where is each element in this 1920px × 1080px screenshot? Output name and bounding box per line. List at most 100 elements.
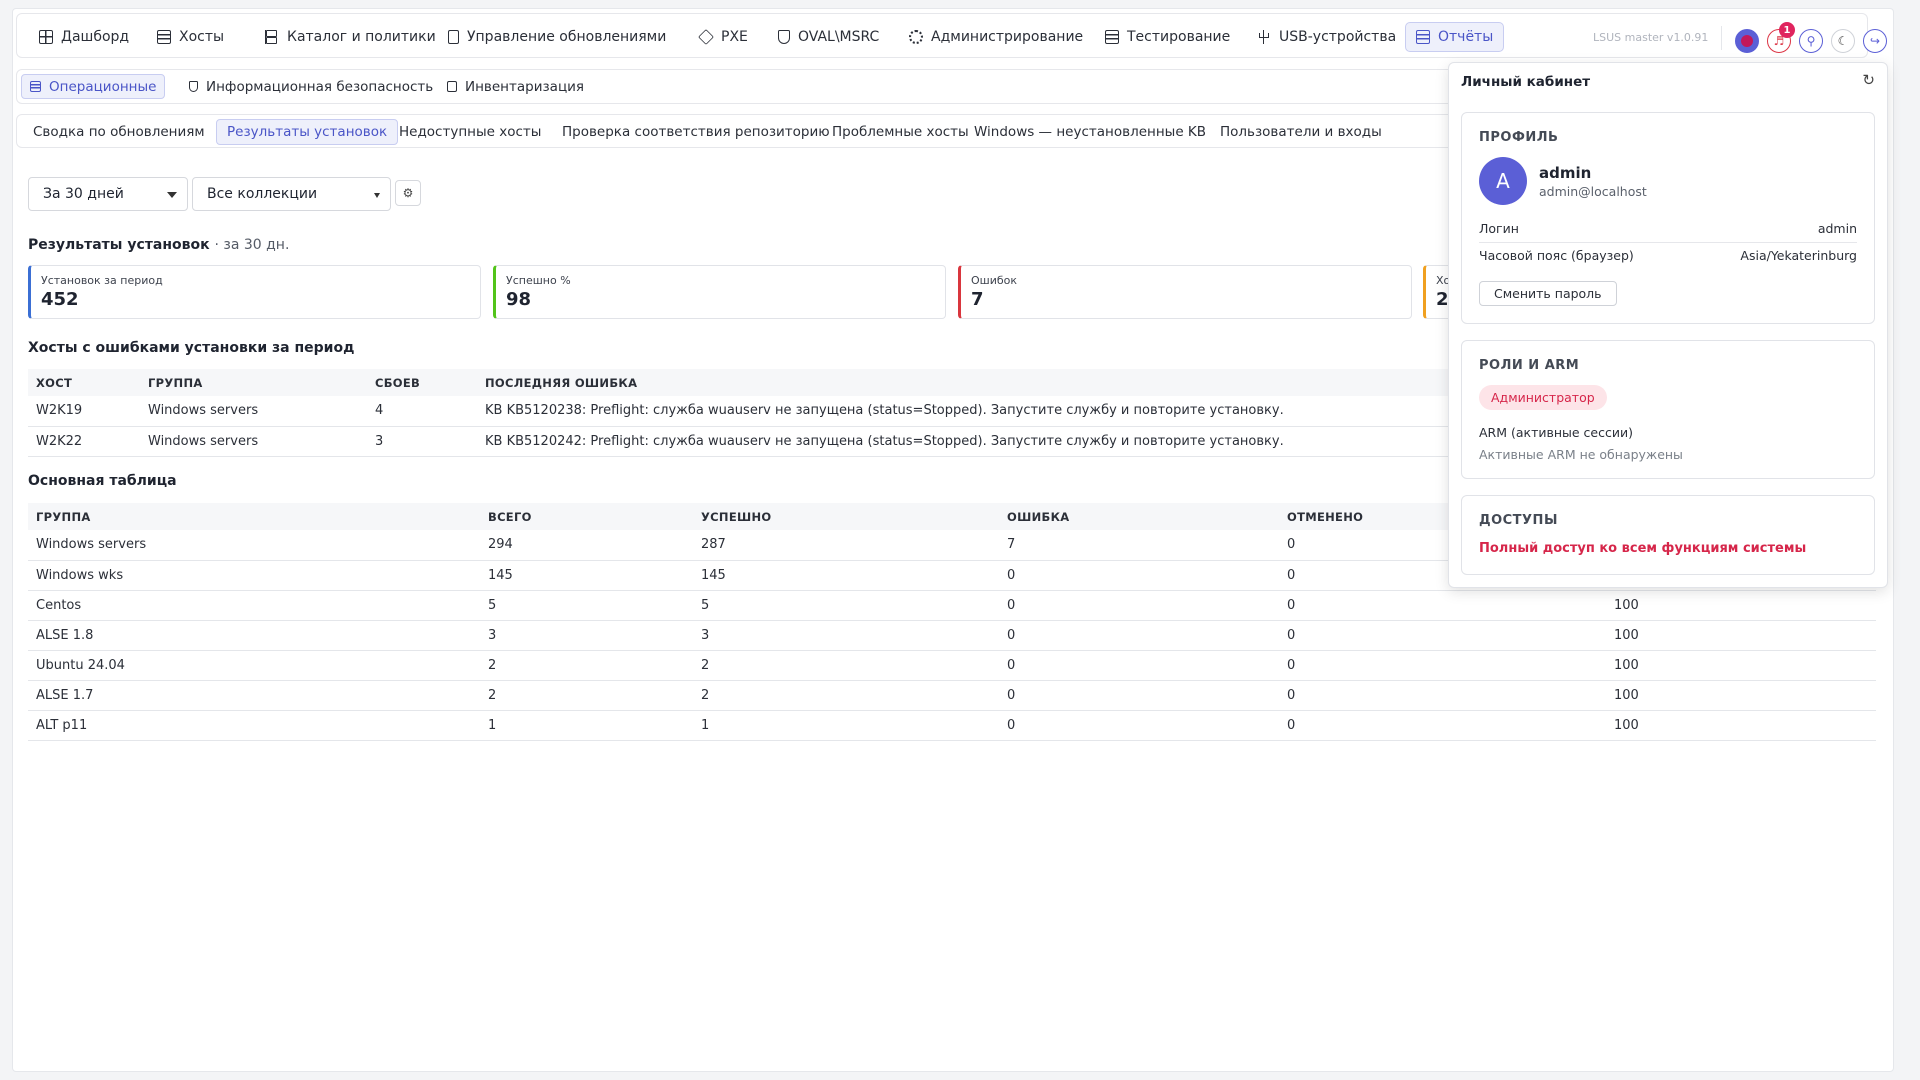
nav-pxe[interactable]: PXE — [689, 22, 758, 52]
tab-users-logins[interactable]: Пользователи и входы — [1210, 119, 1392, 145]
nav-testing[interactable]: Тестирование — [1095, 22, 1240, 52]
app-version: LSUS master v1.0.91 — [1593, 31, 1709, 44]
logout-icon[interactable]: ↪ — [1863, 29, 1887, 53]
kpi-success-rate: Успешно % 98 — [493, 265, 946, 319]
table-cell: 0 — [1279, 620, 1606, 651]
table-cell: 0 — [999, 650, 1279, 681]
kpi-label: Хо — [1436, 274, 1451, 287]
tab-install-results[interactable]: Результаты установок — [216, 119, 399, 145]
tab-inventory[interactable]: Инвентаризация — [439, 74, 592, 99]
login-row: Логин admin — [1479, 221, 1857, 243]
tab-repo-compliance[interactable]: Проверка соответствия репозиторию — [552, 119, 840, 145]
nav-usb[interactable]: USB-устройства — [1249, 22, 1406, 52]
gear-icon — [909, 30, 923, 44]
timezone-label: Часовой пояс (браузер) — [1479, 248, 1634, 263]
nav-dashboard[interactable]: Дашборд — [29, 22, 139, 52]
timezone-row: Часовой пояс (браузер) Asia/Yekaterinbur… — [1479, 248, 1857, 263]
nav-oval[interactable]: OVAL\MSRC — [768, 22, 889, 52]
tab-label: Инвентаризация — [465, 78, 585, 95]
top-navigation: Дашборд Хосты Каталог и политики Управле… — [16, 13, 1887, 58]
table-row[interactable]: ALSE 1.8 3 3 0 0 100 — [28, 620, 1876, 651]
nav-label: Тестирование — [1127, 29, 1231, 45]
tab-problem-hosts[interactable]: Проблемные хосты — [822, 119, 979, 145]
table-row[interactable]: ALSE 1.7 2 2 0 0 100 — [28, 680, 1876, 711]
settings-gear-button[interactable]: ⚙ — [395, 180, 421, 206]
tab-windows-kb[interactable]: Windows — неустановленные KB — [964, 119, 1216, 145]
report-icon — [30, 81, 41, 92]
arm-empty-text: Активные ARM не обнаружены — [1479, 447, 1683, 462]
tab-label: Операционные — [49, 78, 157, 95]
tab-security[interactable]: Информационная безопасность — [181, 74, 441, 99]
cube-icon — [698, 29, 714, 45]
avatar: A — [1479, 157, 1527, 205]
nav-label: Управление обновлениями — [467, 29, 667, 45]
table-cell: Windows wks — [28, 560, 480, 591]
report-icon — [1416, 30, 1430, 44]
table-cell: 0 — [999, 710, 1279, 741]
chevron-down-icon — [374, 193, 380, 198]
table-cell: 0 — [1279, 680, 1606, 711]
tab-unavailable-hosts[interactable]: Недоступные хосты — [389, 119, 551, 145]
tab-operational[interactable]: Операционные — [21, 74, 166, 99]
refresh-icon[interactable]: ↻ — [1862, 71, 1875, 89]
table-cell: 294 — [480, 530, 693, 561]
nav-catalog[interactable]: Каталог и политики — [255, 22, 446, 52]
notification-badge: 1 — [1779, 22, 1795, 38]
period-select[interactable]: За 30 дней — [28, 177, 188, 211]
profile-heading: ПРОФИЛЬ — [1479, 130, 1559, 145]
nav-reports[interactable]: Отчёты — [1405, 22, 1505, 52]
table-cell: 1 — [693, 710, 999, 741]
timezone-value: Asia/Yekaterinburg — [1740, 248, 1857, 263]
failures-cell: 3 — [367, 426, 477, 457]
user-avatar-button[interactable] — [1735, 29, 1759, 53]
login-value: admin — [1817, 221, 1857, 236]
tree-icon — [265, 30, 279, 44]
table-row[interactable]: ALT p11 1 1 0 0 100 — [28, 710, 1876, 741]
table-cell: 3 — [693, 620, 999, 651]
nav-hosts[interactable]: Хосты — [147, 22, 234, 52]
nav-label: USB-устройства — [1279, 29, 1397, 45]
gear-icon: ⚙ — [402, 186, 414, 200]
profile-email: admin@localhost — [1539, 184, 1647, 199]
kpi-value: 7 — [971, 289, 984, 310]
table-cell: 0 — [1279, 590, 1606, 621]
nav-label: Хосты — [179, 29, 225, 45]
column-header: ГРУППА — [28, 503, 480, 530]
nav-updates[interactable]: Управление обновлениями — [438, 22, 676, 52]
table-cell: 2 — [693, 680, 999, 711]
table-cell: 100 — [1606, 590, 1876, 621]
collection-select[interactable]: Все коллекции — [192, 177, 391, 211]
nav-admin[interactable]: Администрирование — [899, 22, 1093, 52]
table-cell: 100 — [1606, 620, 1876, 651]
server-icon — [157, 30, 171, 44]
table-cell: 3 — [480, 620, 693, 651]
error-hosts-table: ХОСТ ГРУППА СБОЕВ ПОСЛЕДНЯЯ ОШИБКА W2K19… — [28, 369, 1456, 457]
login-label: Логин — [1479, 221, 1519, 236]
theme-moon-icon[interactable]: ☾ — [1831, 29, 1855, 53]
access-text: Полный доступ ко всем функциям системы — [1479, 541, 1807, 556]
table-cell: 5 — [480, 590, 693, 621]
search-icon[interactable]: ⚲ — [1799, 29, 1823, 53]
change-password-button[interactable]: Сменить пароль — [1479, 281, 1617, 306]
last-error-cell: KB KB5120238: Preflight: служба wuauserv… — [477, 396, 1456, 427]
table-cell: 145 — [693, 560, 999, 591]
last-error-cell: KB KB5120242: Preflight: служба wuauserv… — [477, 426, 1456, 457]
checklist-icon — [1105, 30, 1119, 44]
access-card: ДОСТУПЫ Полный доступ ко всем функциям с… — [1461, 495, 1875, 575]
table-row[interactable]: Centos 5 5 0 0 100 — [28, 590, 1876, 621]
table-row[interactable]: Ubuntu 24.04 2 2 0 0 100 — [28, 650, 1876, 681]
profile-popover: Личный кабинет ↻ ПРОФИЛЬ A admin admin@l… — [1448, 62, 1888, 588]
table-row[interactable]: W2K22 Windows servers 3 KB KB5120242: Pr… — [28, 426, 1456, 457]
roles-heading: РОЛИ И ARM — [1479, 358, 1580, 373]
nav-label: OVAL\MSRC — [798, 29, 880, 45]
table-row[interactable]: W2K19 Windows servers 4 KB KB5120238: Pr… — [28, 396, 1456, 427]
table-cell: 2 — [480, 680, 693, 711]
kpi-errors: Ошибок 7 — [958, 265, 1412, 319]
tab-label: Информационная безопасность — [206, 78, 434, 95]
table-cell: 1 — [480, 710, 693, 741]
report-title-text: Результаты установок — [28, 237, 210, 253]
collection-value: Все коллекции — [207, 186, 318, 202]
kpi-value: 98 — [506, 289, 532, 310]
table-cell: 0 — [999, 560, 1279, 591]
tab-update-summary[interactable]: Сводка по обновлениям — [23, 119, 215, 145]
